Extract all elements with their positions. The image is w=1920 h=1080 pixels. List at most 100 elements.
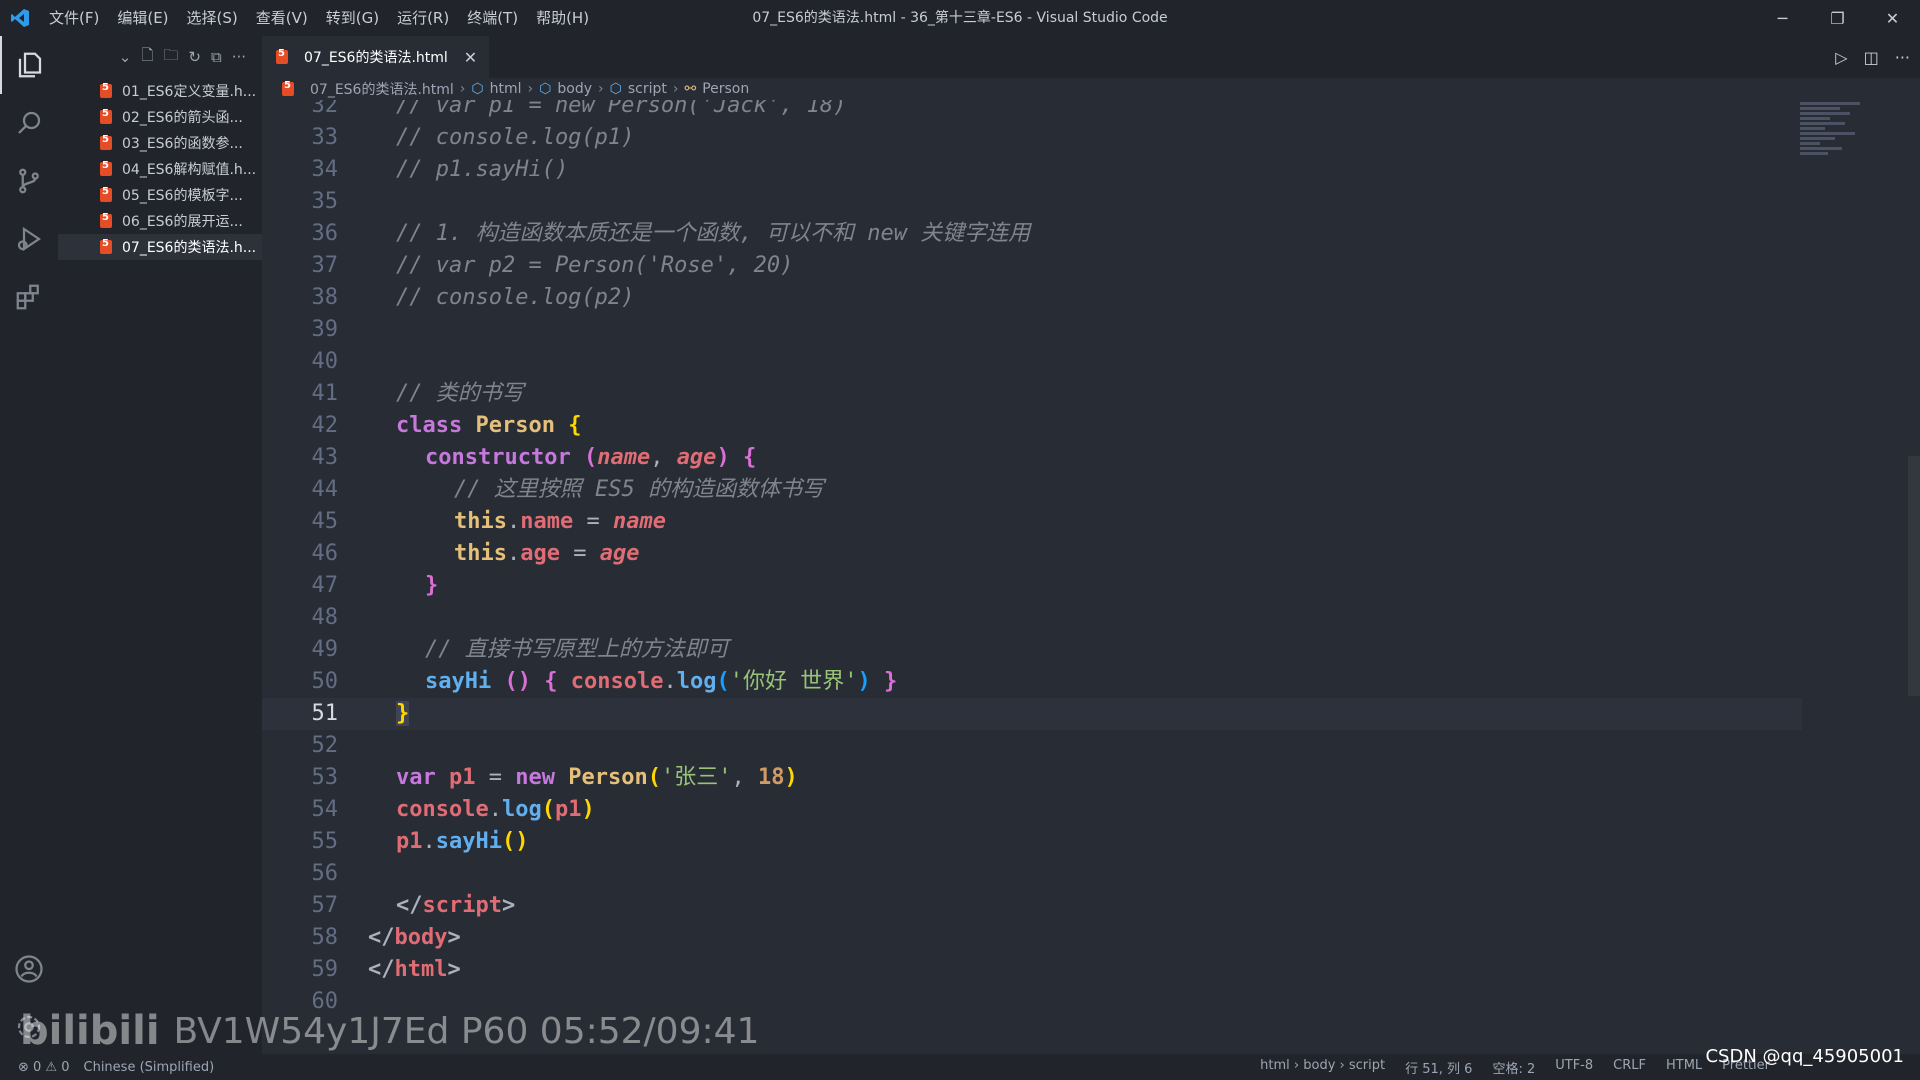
minimap-line xyxy=(1800,142,1820,145)
code-param: age xyxy=(676,445,717,470)
chevron-right-icon: › xyxy=(527,81,534,97)
file-item[interactable]: 02_ES6的箭头函... xyxy=(58,104,262,130)
cube-icon: ⬡ xyxy=(471,81,484,97)
close-tab-icon[interactable]: ✕ xyxy=(464,48,477,67)
code-bracket: { xyxy=(568,413,582,438)
file-item[interactable]: 05_ES6的模板字... xyxy=(58,182,262,208)
search-icon[interactable] xyxy=(0,94,58,152)
code-comment: // 类的书写 xyxy=(396,381,524,406)
code-param: name xyxy=(597,445,651,470)
account-icon[interactable] xyxy=(0,940,58,998)
code-this: this xyxy=(454,509,507,534)
language-mode[interactable]: HTML xyxy=(1666,1058,1702,1077)
code-number: 18 xyxy=(757,765,785,790)
code-keyword: new xyxy=(515,765,555,790)
problems-indicator[interactable]: ⊗ 0 ⚠ 0 xyxy=(18,1060,70,1075)
code-variable: p1 xyxy=(449,765,476,790)
line-number: 38 xyxy=(311,285,339,310)
minimap[interactable] xyxy=(1800,100,1890,240)
explorer-sidebar: ⌄ 🗋 🗀 ↻ ⧉ ··· 01_ES6定义变量.h... 02_ES6的箭头函… xyxy=(58,36,262,1054)
code-this: this xyxy=(454,541,507,566)
breadcrumb-symbol[interactable]: Person xyxy=(702,81,749,97)
code-line: 55 p1.sayHi() xyxy=(262,826,1802,858)
breadcrumb-file[interactable]: 07_ES6的类语法.html xyxy=(310,79,454,99)
minimap-line xyxy=(1800,117,1830,120)
line-number: 54 xyxy=(311,797,339,822)
collapse-icon[interactable]: ⌄ xyxy=(119,48,132,66)
split-editor-icon[interactable]: ◫ xyxy=(1864,48,1879,67)
file-label: 06_ES6的展开运... xyxy=(122,214,243,230)
menu-terminal[interactable]: 终端(T) xyxy=(458,0,527,36)
line-number: 40 xyxy=(311,349,339,374)
indentation[interactable]: 空格: 2 xyxy=(1492,1058,1535,1077)
code-bracket: { xyxy=(742,445,757,470)
html-file-icon xyxy=(100,108,112,124)
menu-help[interactable]: 帮助(H) xyxy=(527,0,598,36)
run-debug-icon[interactable] xyxy=(0,210,58,268)
minimap-line xyxy=(1800,132,1855,135)
minimize-icon[interactable]: ─ xyxy=(1755,0,1810,36)
file-item[interactable]: 03_ES6的函数参... xyxy=(58,130,262,156)
explorer-icon[interactable] xyxy=(0,36,58,94)
menu-file[interactable]: 文件(F) xyxy=(40,0,108,36)
file-label: 04_ES6解构赋值.h... xyxy=(122,162,257,178)
menu-run[interactable]: 运行(R) xyxy=(388,0,458,36)
restore-icon[interactable]: ❐ xyxy=(1810,0,1865,36)
file-item[interactable]: 01_ES6定义变量.h... xyxy=(58,78,262,104)
minimap-line xyxy=(1800,122,1845,125)
file-item[interactable]: 06_ES6的展开运... xyxy=(58,208,262,234)
code-class-name: Person xyxy=(475,413,555,438)
menu-bar: 文件(F) 编辑(E) 选择(S) 查看(V) 转到(G) 运行(R) 终端(T… xyxy=(40,0,598,36)
source-control-icon[interactable] xyxy=(0,152,58,210)
code-line: 40 xyxy=(262,346,1802,378)
code-line: 38 // console.log(p2) xyxy=(262,282,1802,314)
code-line: 44 // 这里按照 ES5 的构造函数体书写 xyxy=(262,474,1802,506)
more-actions-icon[interactable]: ··· xyxy=(1895,48,1910,67)
code-bracket: ) xyxy=(784,765,798,790)
code-punct: = xyxy=(475,765,516,790)
language-pack[interactable]: Chinese (Simplified) xyxy=(84,1060,215,1075)
code-comment: // console.log(p1) xyxy=(396,125,635,150)
chevron-right-icon: › xyxy=(598,81,604,97)
file-item[interactable]: 04_ES6解构赋值.h... xyxy=(58,156,262,182)
minimap-line xyxy=(1800,107,1840,110)
code-punct: = xyxy=(573,509,613,534)
breadcrumb-script[interactable]: script xyxy=(628,81,667,97)
refresh-icon[interactable]: ↻ xyxy=(188,48,201,66)
file-item-active[interactable]: 07_ES6的类语法.h... xyxy=(58,234,262,260)
end-of-line[interactable]: CRLF xyxy=(1613,1058,1646,1077)
editor-tab-active[interactable]: 07_ES6的类语法.html ✕ xyxy=(262,36,490,78)
code-keyword: class xyxy=(396,413,463,438)
code-angle: > xyxy=(447,925,461,950)
menu-edit[interactable]: 编辑(E) xyxy=(108,0,177,36)
code-method: sayHi xyxy=(435,829,502,854)
line-number: 58 xyxy=(311,925,339,950)
menu-go[interactable]: 转到(G) xyxy=(317,0,388,36)
line-number: 36 xyxy=(311,221,339,246)
code-bracket: ) xyxy=(716,445,730,470)
close-window-icon[interactable]: ✕ xyxy=(1865,0,1920,36)
line-number: 43 xyxy=(311,445,339,470)
breadcrumb-body[interactable]: body xyxy=(557,81,592,97)
cursor-position[interactable]: 行 51, 列 6 xyxy=(1405,1058,1472,1077)
more-icon[interactable]: ··· xyxy=(232,48,246,66)
code-bracket: ( xyxy=(541,797,555,822)
code-editor[interactable]: 32 // var p1 = new Person('Jack', 18) 33 /… xyxy=(262,100,1802,1054)
cube-icon: ⬡ xyxy=(539,81,552,97)
vertical-scrollbar[interactable] xyxy=(1908,456,1920,696)
encoding[interactable]: UTF-8 xyxy=(1555,1058,1593,1077)
html-file-icon xyxy=(282,80,294,96)
run-icon[interactable]: ▷ xyxy=(1835,48,1847,67)
code-line: 36 // 1. 构造函数本质还是一个函数, 可以不和 new 关键字连用 xyxy=(262,218,1802,250)
video-id: BV1W54y1J7Ed P60 05:52/09:41 xyxy=(173,1010,760,1052)
breadcrumb-html[interactable]: html xyxy=(490,81,522,97)
extensions-icon[interactable] xyxy=(0,268,58,326)
menu-view[interactable]: 查看(V) xyxy=(247,0,317,36)
new-file-icon[interactable]: 🗋 xyxy=(141,45,153,70)
line-number: 49 xyxy=(311,637,339,662)
new-folder-icon[interactable]: 🗀 xyxy=(163,45,178,70)
code-comment: // 直接书写原型上的方法即可 xyxy=(425,637,729,662)
collapse-all-icon[interactable]: ⧉ xyxy=(211,48,222,66)
menu-selection[interactable]: 选择(S) xyxy=(178,0,247,36)
explorer-toolbar: ⌄ 🗋 🗀 ↻ ⧉ ··· xyxy=(58,36,262,78)
